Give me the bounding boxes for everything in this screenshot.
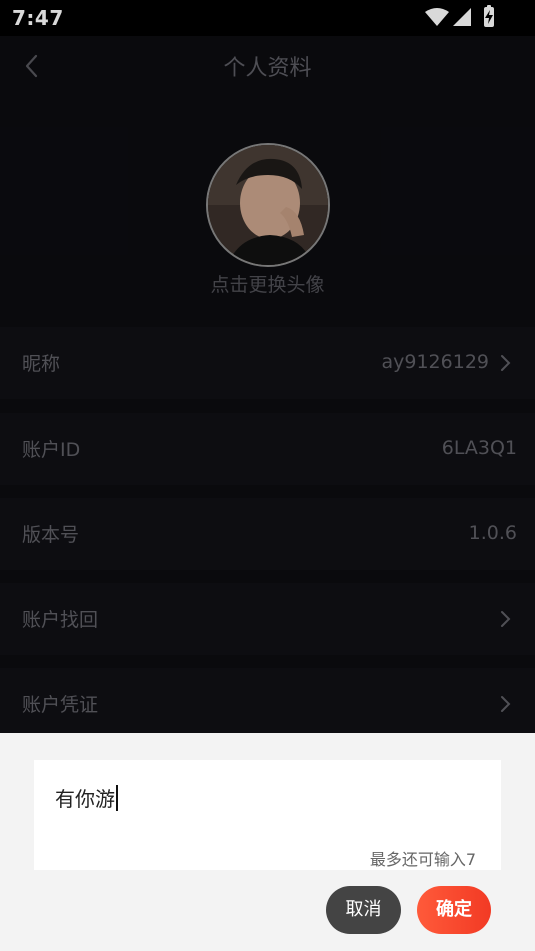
status-bar: 7:47: [0, 0, 535, 36]
account-credential-row[interactable]: 账户凭证: [0, 668, 535, 733]
navigation-bar: 个人资料: [0, 36, 535, 96]
nickname-input[interactable]: 有你游 最多还可输入7: [34, 760, 501, 870]
nickname-edit-sheet: 有你游 最多还可输入7 取消 确定: [0, 733, 535, 951]
account-id-row: 账户ID 6LA3Q1: [0, 413, 535, 485]
avatar[interactable]: [206, 143, 330, 267]
avatar-photo: [208, 145, 328, 265]
chevron-right-icon: [501, 696, 511, 712]
text-caret: [116, 785, 118, 811]
status-time: 7:47: [12, 6, 64, 30]
account-recovery-label: 账户找回: [22, 609, 99, 631]
charging-icon: [485, 10, 493, 24]
avatar-change-hint[interactable]: 点击更换头像: [0, 270, 535, 297]
account-id-label: 账户ID: [22, 439, 81, 461]
confirm-button[interactable]: 确定: [417, 886, 491, 934]
version-row: 版本号 1.0.6: [0, 498, 535, 570]
nickname-value: ay9126129: [381, 351, 489, 373]
account-credential-label: 账户凭证: [22, 694, 99, 716]
char-counter: 最多还可输入7: [369, 850, 476, 869]
account-recovery-row[interactable]: 账户找回: [0, 583, 535, 655]
chevron-right-icon: [501, 611, 511, 627]
chevron-right-icon: [501, 355, 511, 371]
version-label: 版本号: [22, 524, 80, 546]
nickname-label: 昵称: [22, 353, 61, 375]
page-title: 个人资料: [223, 56, 312, 81]
nickname-input-text: 有你游: [55, 787, 115, 811]
nickname-row[interactable]: 昵称 ay9126129: [0, 327, 535, 399]
signal-icon: [453, 8, 471, 26]
version-value: 1.0.6: [468, 522, 517, 544]
cancel-button[interactable]: 取消: [326, 886, 401, 934]
account-id-value: 6LA3Q1: [441, 437, 517, 459]
wifi-icon: [425, 8, 449, 26]
